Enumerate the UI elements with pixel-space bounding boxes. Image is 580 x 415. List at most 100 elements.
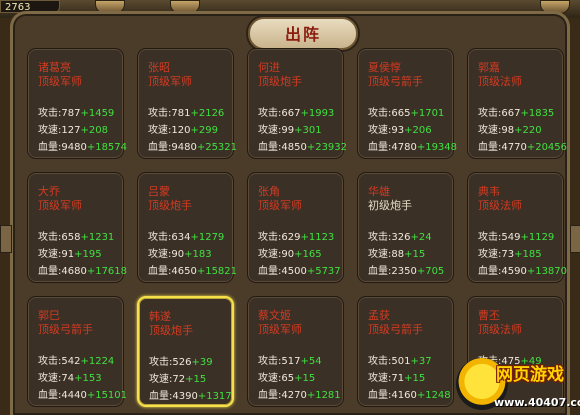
general-role: 顶级军师: [258, 199, 302, 212]
hp-stat-bonus: +20456: [526, 142, 568, 153]
attack-stat-label: 攻击:: [368, 232, 392, 243]
general-card[interactable]: 蔡文姬 顶级军师 攻击:517+54 攻速:65+15 血量:4270+1281: [247, 296, 344, 407]
general-role: 顶级军师: [38, 75, 82, 88]
speed-stat: 攻速:72+15: [149, 370, 206, 385]
speed-stat: 攻速:88+15: [368, 245, 425, 260]
side-scroll-knob-left[interactable]: [0, 225, 12, 253]
general-card[interactable]: 吕蒙 顶级炮手 攻击:634+1279 攻速:90+183 血量:4650+15821: [137, 172, 237, 283]
general-card[interactable]: 张角 顶级军师 攻击:629+1123 攻速:90+165 血量:4500+5737: [247, 172, 344, 283]
attack-stat-label: 攻击:: [258, 232, 282, 243]
attack-stat-bonus: +2126: [190, 108, 225, 119]
general-card[interactable]: 典韦 顶级法师 攻击:549+1129 攻速:73+185 血量:4590+13870: [467, 172, 567, 283]
speed-stat-label: 攻速:: [258, 125, 282, 136]
hp-stat-value: 9480: [61, 142, 87, 153]
attack-stat-value: 517: [281, 356, 301, 367]
general-card-selected[interactable]: 韩遂 顶级炮手 攻击:526+39 攻速:72+15 血量:4390+1317: [137, 296, 234, 407]
speed-stat-value: 99: [281, 125, 295, 136]
hp-stat: 血量:4770+20456: [478, 138, 567, 153]
attack-stat: 攻击:667+1835: [478, 104, 554, 119]
general-card[interactable]: 张昭 顶级军师 攻击:781+2126 攻速:120+299 血量:9480+25321: [137, 48, 237, 159]
general-role: 顶级弓箭手: [38, 323, 93, 336]
side-scroll-knob-right[interactable]: [570, 225, 580, 253]
attack-stat: 攻击:781+2126: [148, 104, 224, 119]
general-role: 顶级弓箭手: [368, 323, 423, 336]
hp-stat-value: 4770: [501, 142, 527, 153]
attack-stat-label: 攻击:: [258, 108, 282, 119]
hp-stat: 血量:4590+13870: [478, 262, 567, 277]
speed-stat-value: 88: [391, 249, 405, 260]
hp-stat-value: 4440: [61, 390, 87, 401]
speed-stat-bonus: +183: [184, 249, 212, 260]
speed-stat: 攻速:73+185: [478, 245, 542, 260]
hp-stat: 血量:4850+23932: [258, 138, 347, 153]
speed-stat-bonus: +15: [404, 249, 426, 260]
speed-stat-value: 90: [281, 249, 295, 260]
general-role: 顶级法师: [478, 75, 522, 88]
general-role: 初级炮手: [368, 199, 412, 212]
general-card[interactable]: 大乔 顶级军师 攻击:658+1231 攻速:91+195 血量:4680+17618: [27, 172, 127, 283]
general-card[interactable]: 夏侯惇 顶级弓箭手 攻击:665+1701 攻速:93+206 血量:4780+1934…: [357, 48, 457, 159]
attack-stat-bonus: +1279: [190, 232, 225, 243]
general-card[interactable]: 诸葛亮 顶级军师 攻击:787+1459 攻速:127+208 血量:9480+1857…: [27, 48, 127, 159]
speed-stat: 攻速:65+15: [258, 369, 315, 384]
attack-stat-label: 攻击:: [478, 108, 502, 119]
hp-stat: 血量:9480+18574: [38, 138, 127, 153]
attack-stat: 攻击:517+54: [258, 352, 322, 367]
speed-stat-label: 攻速:: [258, 249, 282, 260]
watermark-title: 网页游戏: [496, 365, 564, 385]
speed-stat-label: 攻速:: [368, 249, 392, 260]
attack-stat-label: 攻击:: [149, 357, 173, 368]
hp-stat-label: 血量:: [368, 390, 392, 401]
hp-stat: 血量:4270+1281: [258, 386, 341, 401]
attack-stat: 攻击:787+1459: [38, 104, 114, 119]
hp-stat-label: 血量:: [38, 266, 62, 277]
hp-stat-label: 血量:: [258, 142, 282, 153]
general-card[interactable]: 何进 顶级炮手 攻击:667+1993 攻速:99+301 血量:4850+23932: [247, 48, 347, 159]
hp-stat-value: 4160: [391, 390, 417, 401]
general-role: 顶级军师: [38, 199, 82, 212]
site-watermark: 网页游戏 www.40407.com: [456, 358, 580, 415]
attack-stat-label: 攻击:: [148, 232, 172, 243]
attack-stat-value: 549: [501, 232, 521, 243]
general-role: 顶级军师: [258, 323, 302, 336]
general-card[interactable]: 孟获 顶级弓箭手 攻击:501+37 攻速:71+15 血量:4160+1248: [357, 296, 454, 407]
speed-stat-label: 攻速:: [368, 373, 392, 384]
attack-stat-bonus: +1123: [300, 232, 335, 243]
attack-stat-value: 667: [501, 108, 521, 119]
attack-stat: 攻击:634+1279: [148, 228, 224, 243]
speed-stat-value: 93: [391, 125, 405, 136]
general-role: 顶级炮手: [258, 75, 302, 88]
attack-stat-value: 542: [61, 356, 81, 367]
hp-stat-bonus: +19348: [416, 142, 458, 153]
speed-stat-bonus: +15: [404, 373, 426, 384]
speed-stat-value: 90: [171, 249, 185, 260]
hp-stat: 血量:4780+19348: [368, 138, 457, 153]
attack-stat: 攻击:549+1129: [478, 228, 554, 243]
watermark-url: www.40407.com: [494, 396, 580, 409]
hp-stat-value: 4390: [172, 391, 198, 402]
attack-stat-label: 攻击:: [368, 356, 392, 367]
hp-stat: 血量:4500+5737: [258, 262, 341, 277]
general-role: 顶级炮手: [148, 199, 192, 212]
hp-stat-label: 血量:: [478, 142, 502, 153]
hp-stat-bonus: +23932: [306, 142, 348, 153]
speed-stat-value: 65: [281, 373, 295, 384]
speed-stat-label: 攻速:: [478, 249, 502, 260]
hp-stat-label: 血量:: [38, 142, 62, 153]
attack-stat-label: 攻击:: [38, 232, 62, 243]
hp-stat-value: 4590: [501, 266, 527, 277]
attack-stat-value: 526: [172, 357, 192, 368]
attack-stat: 攻击:629+1123: [258, 228, 334, 243]
general-card[interactable]: 郭嘉 顶级法师 攻击:667+1835 攻速:98+220 血量:4770+20456: [467, 48, 567, 159]
hp-stat-label: 血量:: [38, 390, 62, 401]
hp-stat-label: 血量:: [258, 266, 282, 277]
hp-stat-label: 血量:: [258, 390, 282, 401]
hp-stat-label: 血量:: [368, 266, 392, 277]
general-role: 顶级法师: [478, 323, 522, 336]
attack-stat-bonus: +1459: [80, 108, 115, 119]
speed-stat: 攻速:74+153: [38, 369, 102, 384]
general-card[interactable]: 郭巳 顶级弓箭手 攻击:542+1224 攻速:74+153 血量:4440+15101: [27, 296, 127, 407]
attack-stat-value: 629: [281, 232, 301, 243]
hp-stat-bonus: +1317: [197, 391, 232, 402]
general-card[interactable]: 华雄 初级炮手 攻击:326+24 攻速:88+15 血量:2350+705: [357, 172, 454, 283]
